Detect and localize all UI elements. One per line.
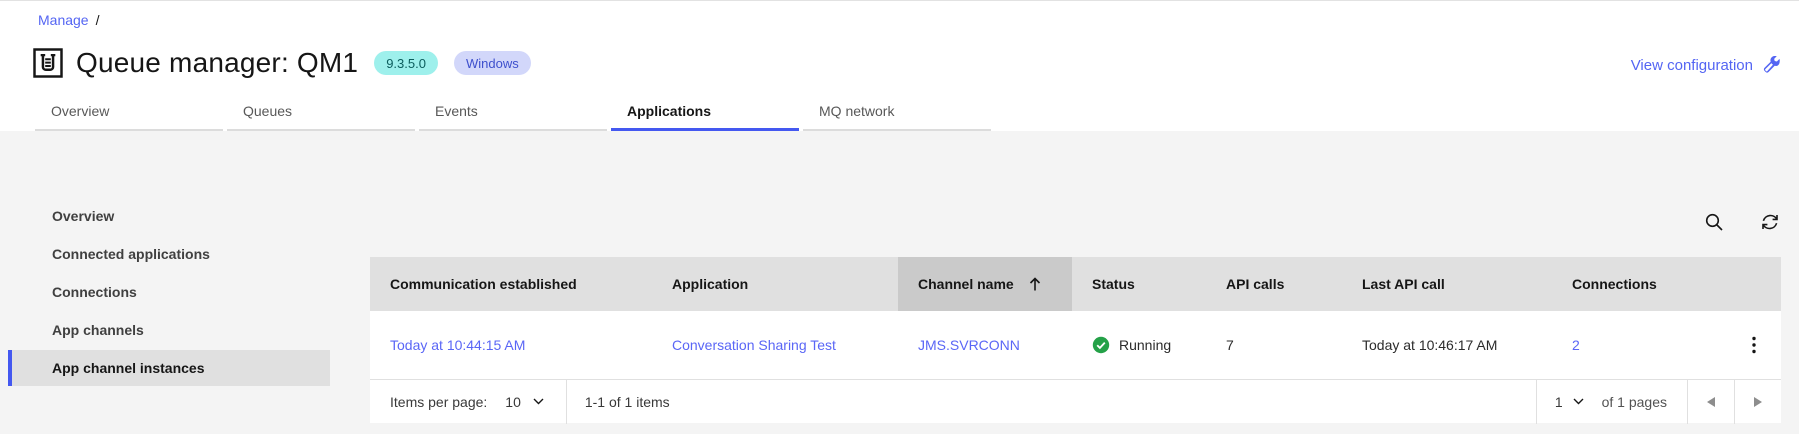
cell-api-calls: 7 (1226, 337, 1234, 353)
page-title: Queue manager: QM1 (76, 47, 359, 78)
wrench-icon (1763, 56, 1780, 73)
search-icon (1705, 213, 1723, 231)
total-pages-text: of 1 pages (1601, 393, 1667, 410)
cell-channel-name: JMS.SVRCONN (898, 311, 1072, 379)
items-per-page-select[interactable]: 10 (505, 394, 544, 410)
cell-connections: 2 (1552, 311, 1726, 379)
column-header-status[interactable]: Status (1072, 257, 1206, 311)
column-header-communication-established[interactable]: Communication established (370, 257, 652, 311)
breadcrumb-separator: / (95, 12, 100, 28)
table-row: Today at 10:44:15 AM Conversation Sharin… (370, 311, 1781, 379)
communication-established-link[interactable]: Today at 10:44:15 AM (390, 337, 525, 353)
cell-status: Running (1072, 311, 1206, 379)
view-configuration-link[interactable]: View configuration (1631, 56, 1781, 74)
chevron-down-icon (1573, 398, 1584, 405)
items-range-text: 1-1 of 1 items (584, 393, 670, 410)
pagination-right: 1 of 1 pages (1535, 379, 1781, 424)
next-page-button[interactable] (1734, 379, 1781, 424)
channel-name-link[interactable]: JMS.SVRCONN (918, 337, 1020, 353)
page-number-value: 1 (1554, 393, 1563, 410)
cell-communication-established: Today at 10:44:15 AM (370, 311, 652, 379)
row-overflow-menu-button[interactable] (1726, 311, 1781, 379)
version-badge: 9.3.5.0 (374, 51, 438, 75)
connections-link[interactable]: 2 (1572, 337, 1580, 353)
search-button[interactable] (1703, 211, 1725, 233)
breadcrumb: Manage / (38, 12, 99, 28)
column-header-last-api-call[interactable]: Last API call (1342, 257, 1552, 311)
page-number-select[interactable]: 1 (1535, 379, 1602, 424)
tab-overview[interactable]: Overview (35, 95, 223, 131)
app-channel-instances-table: Communication established Application Ch… (370, 257, 1781, 424)
breadcrumb-manage-link[interactable]: Manage (38, 12, 89, 28)
table-header-row: Communication established Application Ch… (370, 257, 1781, 311)
tab-bar: Overview Queues Events Applications MQ n… (35, 95, 991, 131)
sidebar-item-app-channels[interactable]: App channels (8, 312, 330, 348)
previous-page-button[interactable] (1687, 379, 1734, 424)
overflow-menu-icon (1751, 336, 1756, 354)
sidebar-item-connections[interactable]: Connections (8, 274, 330, 310)
caret-right-icon (1754, 396, 1762, 407)
column-header-channel-name[interactable]: Channel name (898, 257, 1072, 311)
pagination-left: Items per page: 10 1-1 of 1 items (370, 379, 670, 424)
column-header-connections[interactable]: Connections (1552, 257, 1726, 311)
tab-mq-network[interactable]: MQ network (803, 95, 991, 131)
refresh-button[interactable] (1759, 211, 1781, 233)
column-header-api-calls[interactable]: API calls (1206, 257, 1342, 311)
chevron-down-icon (533, 398, 544, 405)
pagination-bar: Items per page: 10 1-1 of 1 items 1 of 1… (370, 379, 1781, 424)
queue-manager-page: Manage / Queue manager: QM1 9.3.5.0 Windo… (0, 0, 1799, 434)
caret-left-icon (1707, 396, 1715, 407)
status-running-icon (1092, 336, 1110, 354)
status-label: Running (1119, 337, 1172, 353)
column-header-channel-name-label: Channel name (918, 276, 1014, 292)
items-per-page-value: 10 (505, 393, 521, 410)
platform-badge: Windows (453, 51, 531, 75)
application-link[interactable]: Conversation Sharing Test (672, 337, 836, 353)
refresh-icon (1762, 214, 1778, 230)
sidebar-item-app-channel-instances[interactable]: App channel instances (8, 350, 330, 386)
applications-subnav: Overview Connected applications Connecti… (8, 198, 330, 388)
table-toolbar (1703, 211, 1781, 233)
sidebar-item-overview[interactable]: Overview (8, 198, 330, 234)
queue-manager-icon (33, 48, 63, 78)
cell-last-api-call: Today at 10:46:17 AM (1362, 337, 1498, 353)
sidebar-item-connected-applications[interactable]: Connected applications (8, 236, 330, 272)
tab-events[interactable]: Events (419, 95, 607, 131)
column-header-actions (1726, 257, 1781, 311)
sort-ascending-icon (1028, 276, 1042, 292)
items-per-page-label: Items per page: (390, 393, 488, 410)
column-header-application[interactable]: Application (652, 257, 898, 311)
title-row: Queue manager: QM1 9.3.5.0 Windows (30, 43, 531, 83)
cell-application: Conversation Sharing Test (652, 311, 898, 379)
tab-applications[interactable]: Applications (611, 95, 799, 131)
tab-queues[interactable]: Queues (227, 95, 415, 131)
view-configuration-label: View configuration (1630, 56, 1753, 74)
applications-content: Overview Connected applications Connecti… (0, 131, 1799, 434)
